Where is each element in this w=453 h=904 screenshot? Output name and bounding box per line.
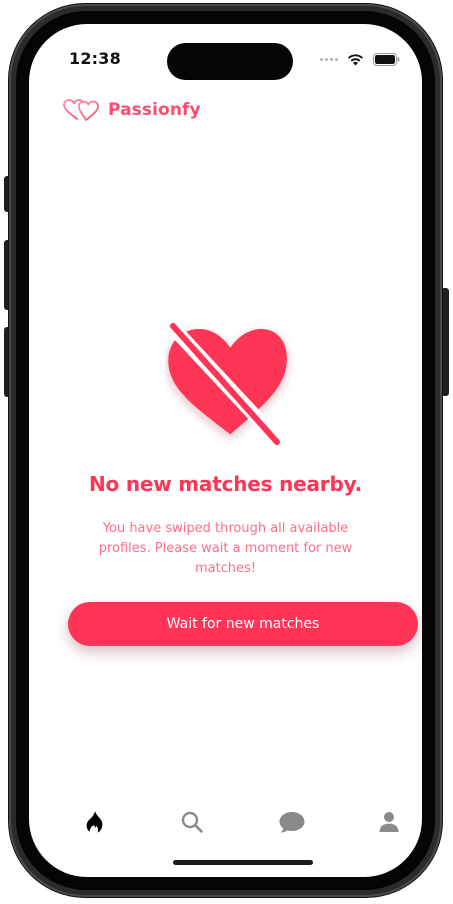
cellular-signal-icon xyxy=(320,58,338,61)
wifi-icon xyxy=(348,53,363,65)
app-name: Passionfy xyxy=(108,100,201,120)
dynamic-island xyxy=(167,43,293,80)
wait-for-matches-button[interactable]: Wait for new matches xyxy=(68,602,418,646)
device-bezel: 12:38 Passionfy No new matches nearby. Y… xyxy=(16,11,435,890)
tab-search[interactable] xyxy=(174,804,210,840)
battery-icon xyxy=(373,53,400,66)
empty-state-subtitle: You have swiped through all available pr… xyxy=(98,521,353,576)
broken-heart-icon xyxy=(168,323,289,450)
search-icon xyxy=(181,811,203,833)
two-hearts-logo-icon xyxy=(63,99,99,121)
empty-state-title: No new matches nearby. xyxy=(89,472,362,496)
status-icons xyxy=(320,53,400,66)
power-button xyxy=(441,288,449,396)
tab-profile[interactable] xyxy=(371,804,407,840)
app-screen: 12:38 Passionfy No new matches nearby. Y… xyxy=(29,24,422,877)
home-indicator xyxy=(173,860,313,865)
chat-bubble-icon xyxy=(279,812,305,833)
status-time: 12:38 xyxy=(69,49,121,68)
tab-discover[interactable] xyxy=(77,804,113,840)
tab-bar xyxy=(29,804,422,840)
tab-messages[interactable] xyxy=(274,804,310,840)
flame-icon xyxy=(86,811,103,833)
device-frame: 12:38 Passionfy No new matches nearby. Y… xyxy=(9,4,442,897)
app-brand: Passionfy xyxy=(62,98,201,122)
profile-icon xyxy=(379,812,399,832)
